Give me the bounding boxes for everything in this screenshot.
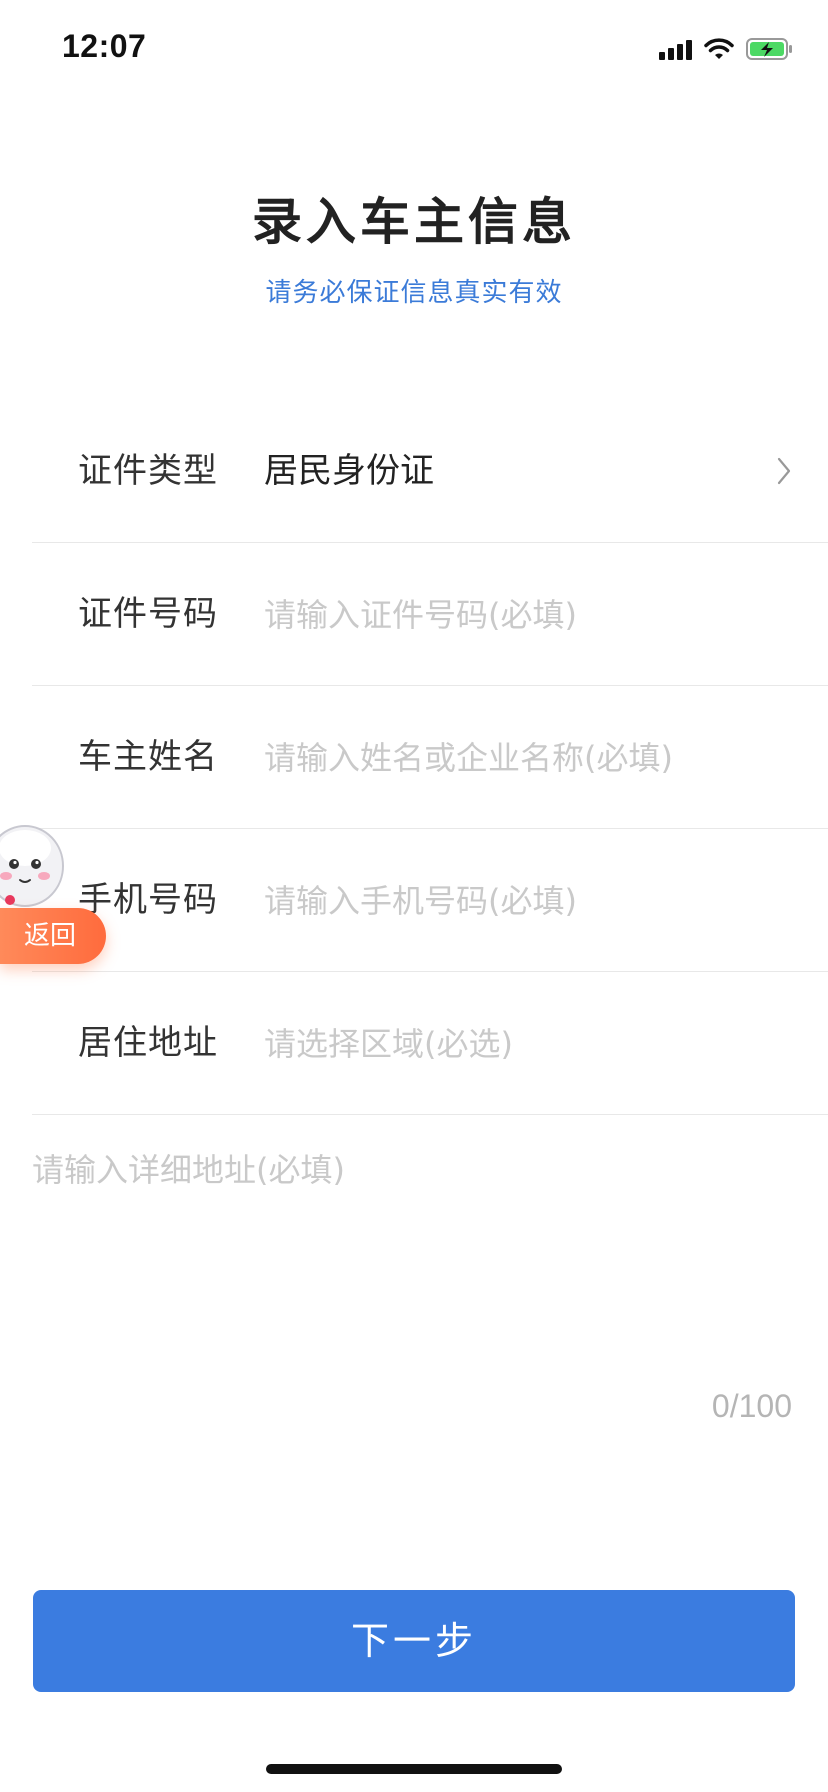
id-type-row[interactable]: 证件类型 居民身份证	[32, 400, 828, 543]
home-indicator	[266, 1764, 562, 1774]
id-number-input[interactable]	[264, 585, 784, 645]
id-number-row: 证件号码	[32, 543, 828, 686]
id-number-label: 证件号码	[78, 594, 218, 634]
owner-name-label: 车主姓名	[78, 737, 218, 777]
screen: 12:07 录入车主信息 请务必保证信息真实有效 证件类型 居民身份证 证件号码…	[0, 0, 828, 1792]
id-type-value[interactable]: 居民身份证	[264, 400, 434, 543]
residence-select[interactable]	[264, 1014, 784, 1074]
char-counter: 0/100	[711, 1388, 792, 1424]
residence-label: 居住地址	[78, 1023, 218, 1063]
residence-row[interactable]: 居住地址	[32, 972, 828, 1115]
status-bar: 12:07	[0, 0, 828, 100]
status-time: 12:07	[62, 28, 147, 64]
battery-charging-icon	[746, 37, 794, 61]
phone-input[interactable]	[264, 871, 784, 931]
page-title: 录入车主信息	[252, 193, 576, 251]
back-button[interactable]: 返回	[0, 908, 106, 964]
next-button[interactable]: 下一步	[33, 1590, 795, 1692]
wifi-icon	[704, 37, 734, 61]
page-subtitle: 请务必保证信息真实有效	[265, 278, 563, 308]
owner-name-input[interactable]	[264, 728, 784, 788]
address-detail-textarea[interactable]	[32, 1148, 796, 1358]
phone-row: 手机号码	[32, 829, 828, 972]
chevron-right-icon	[776, 456, 792, 490]
cellular-signal-icon	[659, 38, 692, 60]
mascot-icon	[0, 818, 70, 922]
owner-name-row: 车主姓名	[32, 686, 828, 829]
id-type-label: 证件类型	[78, 451, 218, 491]
status-icons	[659, 34, 794, 64]
floating-back-widget[interactable]: 返回	[0, 818, 110, 978]
